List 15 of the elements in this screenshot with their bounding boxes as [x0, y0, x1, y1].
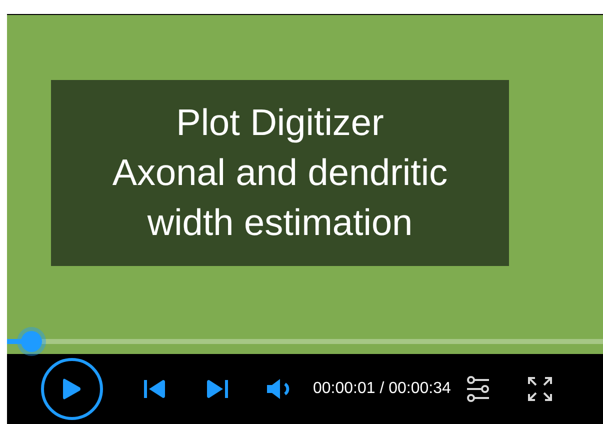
fullscreen-icon: [528, 377, 552, 401]
title-text: width estimation: [147, 201, 413, 245]
previous-button[interactable]: [143, 377, 167, 401]
progress-handle[interactable]: [16, 327, 46, 356]
title-text: Plot Digitizer: [176, 101, 384, 145]
play-icon: [63, 378, 81, 400]
skip-back-icon: [144, 380, 166, 398]
settings-icon: [466, 376, 490, 402]
skip-forward-icon: [206, 380, 228, 398]
play-button[interactable]: [41, 358, 103, 420]
time-display: 00:00:01 / 00:00:34: [313, 379, 451, 399]
title-text: Axonal and dendritic: [112, 151, 448, 195]
settings-button[interactable]: [464, 375, 491, 403]
next-button[interactable]: [205, 377, 229, 401]
fullscreen-button[interactable]: [526, 375, 553, 403]
